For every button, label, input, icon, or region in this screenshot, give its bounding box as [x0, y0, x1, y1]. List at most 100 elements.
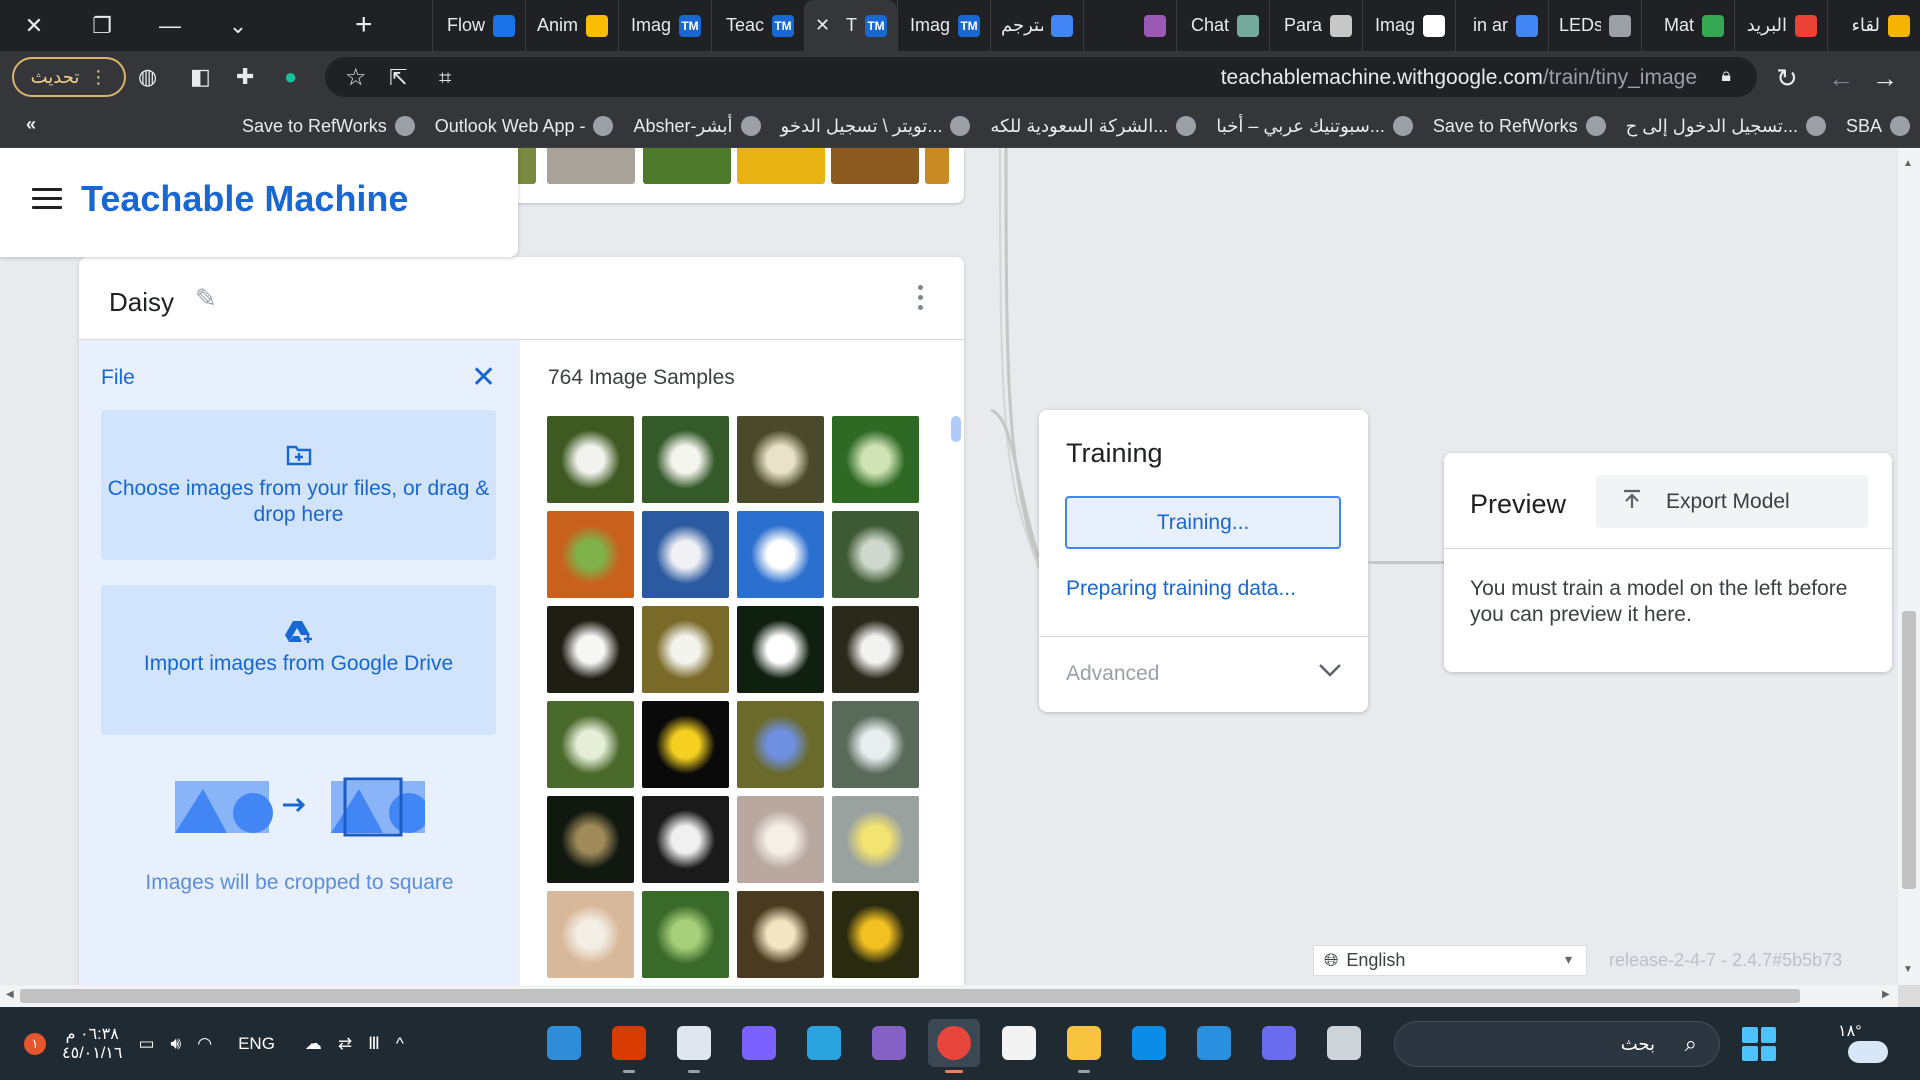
close-upload-icon[interactable]: ✕	[471, 360, 496, 395]
new-tab-button[interactable]: +	[355, 8, 373, 42]
scrollbar-thumb[interactable]	[20, 989, 1800, 1003]
browser-tab[interactable]: Anim	[525, 0, 618, 51]
sample-thumbnail[interactable]	[642, 606, 729, 693]
import-drive-button[interactable]: Import images from Google Drive	[101, 585, 496, 735]
bookmark-star-icon[interactable]: ☆	[345, 63, 367, 92]
sample-thumbnail[interactable]	[737, 891, 824, 978]
vertical-scrollbar[interactable]: ▲ ▼	[1898, 148, 1920, 985]
browser-tab[interactable]: Flow	[432, 0, 525, 51]
bookmark-item[interactable]: تويتر \ تسجيل الدخو...	[771, 116, 981, 137]
browser-tab[interactable]: TM Imag	[897, 0, 990, 51]
browser-tab[interactable]	[1083, 0, 1176, 51]
chrome-app[interactable]	[928, 1019, 980, 1073]
sample-thumbnail[interactable]	[642, 891, 729, 978]
sample-thumbnail[interactable]	[832, 796, 919, 883]
bookmark-item[interactable]: Absher-أبشر	[623, 116, 770, 137]
sample-thumbnail[interactable]	[642, 416, 729, 503]
close-window-icon[interactable]: ✕	[0, 13, 68, 39]
browser-tab[interactable]: TM Imag	[618, 0, 711, 51]
sample-thumbnail[interactable]	[547, 891, 634, 978]
scroll-up-icon[interactable]: ▲	[1903, 158, 1913, 169]
sample-thumbnail[interactable]	[547, 606, 634, 693]
class-name[interactable]: Daisy	[109, 287, 174, 318]
bookmark-item[interactable]: Outlook Web App -	[425, 116, 624, 137]
browser-tab[interactable]: لقاء	[1827, 0, 1920, 51]
input-language[interactable]: ENG	[238, 1034, 275, 1054]
chevron-down-icon[interactable]	[1318, 658, 1342, 684]
edit-pencil-icon[interactable]: ✎	[195, 283, 217, 314]
train-model-button[interactable]: Training...	[1065, 496, 1341, 549]
lock-icon[interactable]: 🔒︎	[1721, 65, 1731, 86]
browser-tab[interactable]: Chat	[1176, 0, 1269, 51]
choose-files-button[interactable]: Choose images from your files, or drag &…	[101, 410, 496, 560]
translate-icon[interactable]: ⌗	[439, 65, 451, 91]
windows-start-icon[interactable]	[1742, 1027, 1776, 1061]
address-bar[interactable]: ☆ ⇱ ⌗ teachablemachine.withgoogle.com/tr…	[325, 57, 1757, 97]
volume-icon[interactable]: 🔊︎	[171, 1034, 182, 1054]
browser-tab[interactable]: in ar	[1455, 0, 1548, 51]
notification-badge[interactable]: ١	[24, 1033, 46, 1055]
bookmark-item[interactable]: سبوتنيك عربي – أخبا...	[1206, 116, 1423, 137]
minimize-window-icon[interactable]: —	[136, 13, 204, 39]
browser-tab[interactable]: Imag	[1362, 0, 1455, 51]
scroll-down-icon[interactable]: ▼	[1903, 964, 1913, 975]
browser-tab[interactable]: TM T ✕	[804, 0, 897, 51]
class-options-icon[interactable]	[918, 285, 924, 315]
weather-widget[interactable]: ١٨°	[1838, 1021, 1888, 1063]
horizontal-scrollbar[interactable]: ◀ ▶	[0, 985, 1898, 1007]
browser-tab[interactable]: TM Teac	[711, 0, 804, 51]
visual-studio-app[interactable]	[863, 1019, 915, 1067]
office-app[interactable]	[603, 1019, 655, 1073]
scroll-right-icon[interactable]: ▶	[1882, 989, 1890, 1000]
sample-thumbnail[interactable]	[547, 701, 634, 788]
sample-thumbnail[interactable]	[642, 511, 729, 598]
back-icon[interactable]: →	[1872, 63, 1898, 94]
store-app[interactable]	[993, 1019, 1045, 1067]
ime-icon[interactable]: Ⅲ	[368, 1034, 380, 1054]
extensions-icon[interactable]: ✚	[236, 64, 254, 90]
browser-tab[interactable]: البريد	[1734, 0, 1827, 51]
3d-box-app[interactable]	[668, 1019, 720, 1073]
bookmark-item[interactable]: تسجيل الدخول إلى ح...	[1616, 116, 1836, 137]
hamburger-menu-icon[interactable]	[32, 188, 62, 215]
bookmarks-overflow-icon[interactable]: «	[26, 114, 36, 135]
advanced-toggle[interactable]: Advanced	[1066, 662, 1159, 686]
battery-icon[interactable]: ▭	[138, 1034, 154, 1054]
sample-thumbnail[interactable]	[737, 606, 824, 693]
sample-thumbnail[interactable]	[547, 511, 634, 598]
sample-thumbnail[interactable]	[642, 701, 729, 788]
sample-thumbnail[interactable]	[547, 796, 634, 883]
browser-tab[interactable]: LEDs	[1548, 0, 1641, 51]
sample-thumbnail[interactable]	[832, 511, 919, 598]
bookmark-item[interactable]: Save to RefWorks	[232, 116, 425, 137]
bookmark-item[interactable]: الشركة السعودية للكه...	[980, 116, 1206, 137]
export-model-button[interactable]: Export Model	[1596, 475, 1868, 528]
scroll-left-icon[interactable]: ◀	[6, 989, 14, 1000]
bookmark-item[interactable]: SBA	[1836, 116, 1920, 137]
share-icon[interactable]: ⇱	[389, 65, 407, 91]
sample-thumbnail[interactable]	[737, 416, 824, 503]
side-panel-icon[interactable]: ◧	[190, 64, 211, 90]
sample-thumbnail[interactable]	[832, 891, 919, 978]
wifi-icon[interactable]: ◠	[197, 1034, 212, 1054]
browser-tab[interactable]: مترجم	[990, 0, 1083, 51]
sample-thumbnail[interactable]	[737, 701, 824, 788]
chevron-up-icon[interactable]: ^	[396, 1034, 404, 1054]
browser-tab[interactable]: Mat	[1641, 0, 1734, 51]
copilot-app[interactable]	[733, 1019, 785, 1067]
grammarly-icon[interactable]: ●	[284, 64, 297, 90]
samples-scrollbar[interactable]	[951, 416, 961, 442]
reload-icon[interactable]: ↻	[1776, 63, 1798, 94]
taskbar-search[interactable]: بحث ⌕	[1394, 1021, 1720, 1067]
browser-tab[interactable]: Para	[1269, 0, 1362, 51]
update-chrome-button[interactable]: تحديث ⋮	[12, 57, 126, 97]
whiteboard-app[interactable]	[1318, 1019, 1370, 1067]
sample-thumbnail[interactable]	[737, 511, 824, 598]
onedrive-icon[interactable]: ☁︎	[305, 1034, 322, 1054]
sample-thumbnail[interactable]	[547, 416, 634, 503]
edge-app[interactable]	[1123, 1019, 1175, 1067]
restore-window-icon[interactable]: ❐	[68, 13, 136, 39]
sample-thumbnail[interactable]	[832, 416, 919, 503]
sample-thumbnail[interactable]	[832, 606, 919, 693]
clock[interactable]: ٠٦:٣٨ م ٤٥/٠١/١٦	[62, 1025, 122, 1063]
